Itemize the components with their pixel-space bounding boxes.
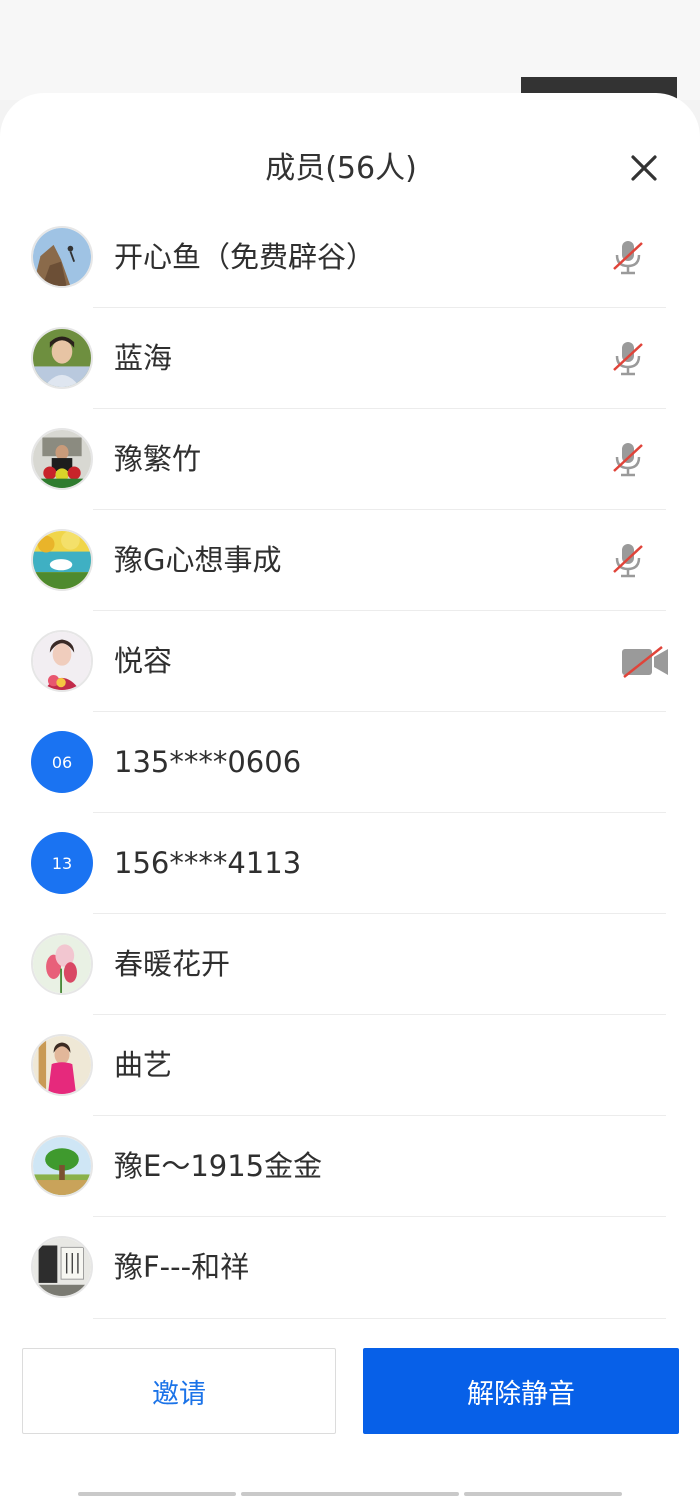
member-name: 豫繁竹: [114, 442, 202, 476]
member-row[interactable]: 豫繁竹: [0, 409, 700, 510]
close-button[interactable]: [624, 148, 664, 188]
member-name: 豫G心想事成: [114, 543, 282, 577]
member-row[interactable]: 曲艺: [0, 1015, 700, 1116]
avatar: [31, 428, 93, 490]
avatar: 13: [31, 832, 93, 894]
member-name: 开心鱼（免费辟谷）: [114, 240, 376, 274]
avatar: [31, 1135, 93, 1197]
mic-muted-icon: [606, 437, 650, 481]
mic-muted-icon: [606, 336, 650, 380]
member-row[interactable]: 豫G心想事成: [0, 510, 700, 611]
home-indicator: [464, 1492, 622, 1496]
avatar: [31, 630, 93, 692]
member-name: 156****4113: [114, 846, 302, 880]
member-name: 曲艺: [114, 1048, 173, 1082]
home-indicator: [241, 1492, 459, 1496]
avatar: [31, 327, 93, 389]
mic-muted-icon: [606, 538, 650, 582]
avatar: [31, 1034, 93, 1096]
video-off-icon: [620, 645, 670, 679]
member-name: 春暖花开: [114, 947, 231, 981]
close-icon: [631, 155, 657, 181]
mic-muted-icon: [606, 235, 650, 279]
member-row[interactable]: 春暖花开: [0, 914, 700, 1015]
unmute-all-button[interactable]: 解除静音: [363, 1348, 679, 1434]
member-row[interactable]: 13 156****4113: [0, 813, 700, 914]
member-name: 豫F---和祥: [114, 1250, 250, 1284]
avatar: [31, 933, 93, 995]
member-row[interactable]: 悦容: [0, 611, 700, 712]
member-row[interactable]: 开心鱼（免费辟谷）: [0, 207, 700, 308]
list-bottom-divider: [93, 1318, 666, 1319]
avatar: [31, 529, 93, 591]
avatar: [31, 226, 93, 288]
home-indicator: [78, 1492, 236, 1496]
members-title: 成员(56人): [265, 151, 417, 186]
members-list: 开心鱼（免费辟谷） 蓝海 豫繁竹 豫G心想事成 悦容 06 135****060…: [0, 207, 700, 1318]
member-name: 135****0606: [114, 745, 302, 779]
member-name: 豫E～1915金金: [114, 1149, 323, 1183]
member-row[interactable]: 06 135****0606: [0, 712, 700, 813]
avatar: 06: [31, 731, 93, 793]
member-row[interactable]: 豫F---和祥: [0, 1217, 700, 1318]
member-name: 蓝海: [114, 341, 173, 375]
invite-button[interactable]: 邀请: [22, 1348, 336, 1434]
member-name: 悦容: [114, 644, 173, 678]
member-row[interactable]: 蓝海: [0, 308, 700, 409]
avatar: [31, 1236, 93, 1298]
member-row[interactable]: 豫E～1915金金: [0, 1116, 700, 1217]
